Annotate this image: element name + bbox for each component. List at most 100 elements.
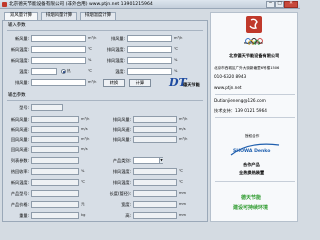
convert-button[interactable]: 转换 [103,79,125,87]
return-air-flow-output [31,136,79,143]
output-label: 列表参数: [10,158,29,163]
fresh-air-temperature-input[interactable] [31,46,86,53]
fresh-air-temp-output [31,179,79,186]
output-section-title: 输出参数 [8,93,26,98]
info-divider [215,181,295,182]
slogan-line-1: 德天节能 [241,195,262,201]
output-group-divider [7,100,203,101]
partner-label: 授权合作 [245,134,260,138]
output-label: 重量: [19,213,29,218]
length-output [133,190,177,197]
unit-label: mm [179,202,187,206]
company-website[interactable]: www.ptjn.net [214,85,242,90]
height-output [133,212,177,219]
emblem-seal [246,16,262,33]
unit-label: ℃ [81,180,86,184]
weight-output [31,212,79,219]
output-label: 产品价格: [10,202,29,207]
unit-label: mm [179,191,187,195]
minimize-button[interactable]: ─ [266,1,275,8]
dt-logo-name: 德天节能 [183,82,200,87]
exhaust-flow-output [133,116,177,123]
fresh-air-volume-input[interactable] [31,35,86,42]
company-name: 北京德天节能设备有限公司 [229,53,280,58]
calculation-panel: 输入参数 新风量: m³/h 新风温度: ℃ 新风湿度: % 温度: 热 ℃ 排… [2,20,208,222]
output-label: 宽度: [121,202,131,207]
output-label: 新风温度: [10,180,29,185]
input-label: 排风量: [15,80,29,85]
input-label: 新风量: [15,36,29,41]
output-label: 回风风速: [10,147,29,152]
fresh-air-humidity-input[interactable] [31,57,86,64]
unit-label: m/s [179,127,186,131]
unit-label: m³/h [174,36,183,40]
output-label: 新风风量: [10,117,29,122]
company-address: 北京市西城区广外大街新塘里6号楼1506 [214,66,280,70]
product-model-output [31,190,79,197]
return-air-speed-output [31,146,79,153]
exhaust-speed-output [133,126,177,133]
unit-label: 元 [81,202,85,206]
exhaust-flow-2-output [133,136,177,143]
input-label: 温度: [19,69,29,74]
output-label: 排风温度: [112,169,131,174]
fresh-air-speed-output [31,126,79,133]
slogan-line-2: 建设可持续环境 [233,205,269,211]
model-label: 型号: [19,105,29,110]
unit-label: m³/h [88,36,97,40]
unit-label: m³/h [179,137,188,141]
partner-sub: 合作产品 [243,162,260,167]
output-label: 排风风速: [112,127,131,132]
output-label: 产品类别: [112,158,131,163]
unit-label: ℃ [179,180,184,184]
return-temperature-input[interactable] [127,68,172,75]
product-price-output [31,201,79,208]
maximize-button[interactable]: □ [275,1,284,8]
tech-support: 技术支持：139 0121 5964 [214,108,267,113]
company-info-panel: Beijing 2008 北京德天节能设备有限公司 北京市西城区广外大街新塘里6… [210,12,298,222]
unit-label: ℃ [88,47,93,51]
input-group-divider [7,30,203,31]
output-label: 回风风量: [10,137,29,142]
fresh-air-flow-output [31,116,79,123]
window-title: 北京德天节能设备有限公司 (非外台用) www.ptjn.net 1390121… [9,1,153,7]
exhaust-air-volume-input[interactable] [31,79,86,86]
output-label: 排风风量: [112,137,131,142]
output-label: 排风温度: [112,180,131,185]
model-output [31,104,63,111]
radio-label: 热 [67,69,71,73]
input-section-title: 输入参数 [8,23,26,28]
output-label: 高: [125,213,131,218]
info-divider [215,94,295,95]
input-label: 排风量: [111,36,125,41]
unit-label: mm [179,213,187,217]
temperature-input[interactable] [31,68,57,75]
close-button[interactable]: ✕ [284,1,298,8]
dt-logo: DT 德天节能 [169,77,200,91]
chevron-down-icon[interactable]: ▼ [159,158,163,163]
return-air-temperature-input[interactable] [127,46,172,53]
output-label: 产品型号: [10,191,29,196]
unit-label: ℃ [174,47,179,51]
unit-label: % [174,69,178,73]
calculate-button[interactable]: 计算 [129,79,151,87]
unit-label: m³/h [81,117,90,121]
title-bar: 北京德天节能设备有限公司 (非外台用) www.ptjn.net 1390121… [0,0,300,9]
heat-radio[interactable] [61,69,66,74]
return-air-volume-input[interactable] [127,35,172,42]
heat-recovery-output [31,168,79,175]
input-label: 排风温度: [106,47,125,52]
output-label: 新风风速: [10,127,29,132]
app-icon [2,2,7,7]
unit-label: m/s [81,127,88,131]
output-label: 排风风量: [112,117,131,122]
company-email[interactable]: Dutianjieneng@126.com [214,98,266,103]
width-output [133,201,177,208]
olympic-logo-text: Beijing 2008 [244,41,263,45]
unit-label: m³/h [81,137,90,141]
input-label: 温度: [115,69,125,74]
input-label: 新风温度: [10,47,29,52]
return-air-humidity-input[interactable] [127,57,172,64]
unit-label: m³/h [179,117,188,121]
partner-product: 全热换热装置 [239,170,265,175]
